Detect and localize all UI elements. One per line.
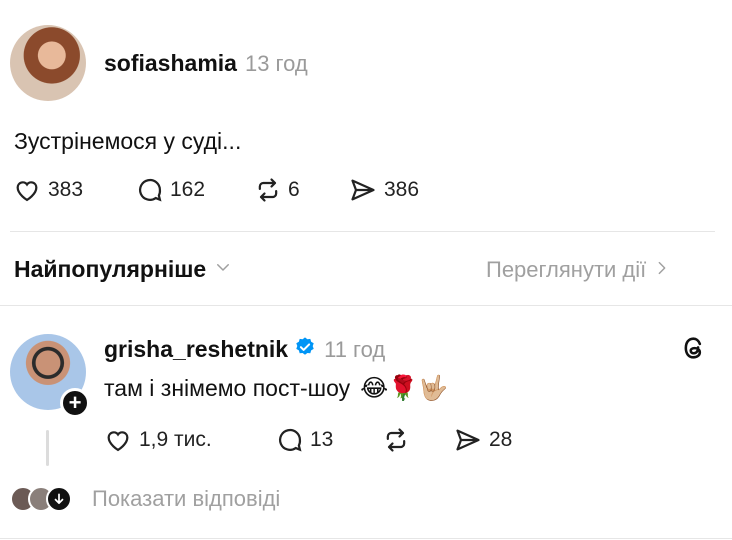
send-icon xyxy=(453,426,483,454)
reply-text: там і знімемо пост-шоу xyxy=(104,375,351,401)
reply-like-count: 1,9 тис. xyxy=(139,428,212,451)
post-repost-count: 6 xyxy=(288,178,300,201)
comment-icon xyxy=(136,176,164,204)
reply-share-count: 28 xyxy=(489,428,513,451)
sort-dropdown[interactable]: Найпопулярніше xyxy=(14,256,232,283)
thread-line xyxy=(46,430,49,466)
post-comment-button[interactable]: 162 xyxy=(136,176,205,204)
sort-label: Найпопулярніше xyxy=(14,256,207,282)
verified-badge-icon xyxy=(294,336,316,363)
post-time: 13 год xyxy=(244,51,308,76)
view-activity-label: Переглянути дії xyxy=(486,257,647,282)
show-replies-row[interactable]: Показати відповіді xyxy=(10,486,280,512)
heart-icon xyxy=(13,176,41,204)
arrow-down-icon xyxy=(46,486,72,512)
post-share-button[interactable]: 386 xyxy=(348,176,419,204)
chevron-down-icon xyxy=(214,258,232,281)
post-avatar[interactable] xyxy=(10,25,86,101)
heart-icon xyxy=(104,426,132,454)
post-like-button[interactable]: 383 xyxy=(13,176,83,204)
reply-share-button[interactable]: 28 xyxy=(453,426,512,454)
comment-icon xyxy=(276,426,304,454)
repost-icon xyxy=(253,176,283,204)
reply-username[interactable]: grisha_reshetnik xyxy=(104,336,288,363)
post-text: Зустрінемося у суді... xyxy=(14,128,242,154)
divider xyxy=(10,231,715,232)
send-icon xyxy=(348,176,378,204)
reply-like-button[interactable]: 1,9 тис. xyxy=(104,426,212,454)
post-like-count: 383 xyxy=(48,178,84,201)
reply-repost-button[interactable] xyxy=(381,426,411,454)
repost-icon xyxy=(381,426,411,454)
post-username[interactable]: sofiashamia xyxy=(104,50,237,77)
reply-comment-count: 13 xyxy=(310,428,334,451)
divider xyxy=(0,305,732,306)
reply-time: 11 год xyxy=(324,336,386,362)
divider xyxy=(0,538,732,539)
post-share-count: 386 xyxy=(384,178,420,201)
post-repost-button[interactable]: 6 xyxy=(253,176,300,204)
follow-plus-button[interactable]: + xyxy=(60,388,90,418)
reply-emojis: 😂🌹🤟🏼 xyxy=(360,375,448,402)
threads-logo-icon[interactable] xyxy=(680,334,708,367)
show-replies-label: Показати відповіді xyxy=(92,486,281,511)
view-activity-link[interactable]: Переглянути дії xyxy=(486,257,670,283)
chevron-right-icon xyxy=(654,259,670,282)
reply-comment-button[interactable]: 13 xyxy=(276,426,333,454)
post-comment-count: 162 xyxy=(170,178,206,201)
